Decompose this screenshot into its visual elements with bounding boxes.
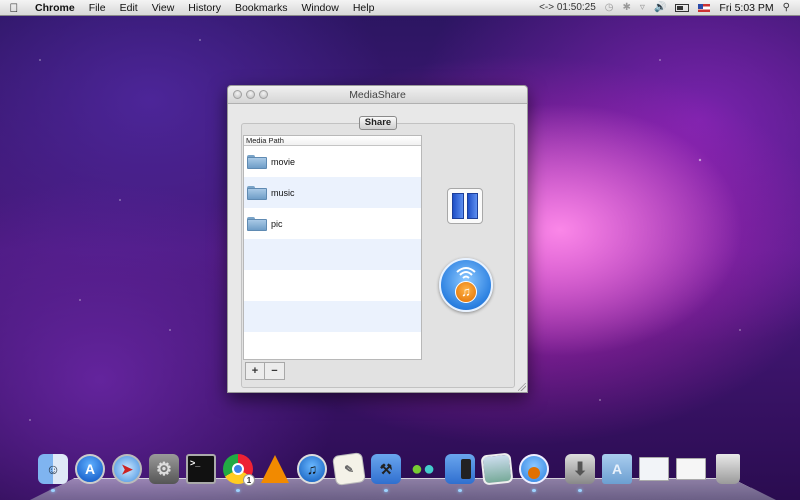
media-path-table[interactable]: Media Path movie music pic	[243, 135, 422, 360]
dock-item-safari[interactable]: ➤	[110, 452, 144, 486]
menu-edit[interactable]: Edit	[113, 2, 145, 14]
time-machine-icon[interactable]: ◷	[605, 2, 614, 13]
wireless-waves-icon	[456, 267, 476, 279]
vlc-icon	[261, 455, 289, 483]
running-indicator	[532, 489, 536, 492]
dock-item-vlc[interactable]	[258, 452, 292, 486]
stream-music-button[interactable]: ♫	[439, 258, 493, 312]
add-path-button[interactable]: +	[245, 362, 265, 380]
dock-item-messenger[interactable]: ● ●	[406, 452, 440, 486]
table-row[interactable]: movie	[244, 146, 421, 177]
status-area: <-> 01:50:25 ◷ ✱ ▿ 🔊 Fri 5:03 PM ⚲	[539, 2, 800, 14]
iphoto-icon	[480, 452, 514, 486]
menu-bookmarks[interactable]: Bookmarks	[228, 2, 295, 14]
window-titlebar[interactable]: MediaShare	[228, 86, 527, 104]
system-preferences-icon: ⚙	[149, 454, 179, 484]
dock-separator	[554, 452, 560, 486]
applications-folder-icon: A	[602, 454, 632, 484]
apple-logo-icon[interactable]: 	[0, 1, 28, 15]
menu-history[interactable]: History	[181, 2, 228, 14]
pause-icon-right-bar	[466, 193, 478, 219]
dock-item-xcode[interactable]: ⚒	[369, 452, 403, 492]
itunes-icon: ♫	[297, 454, 327, 484]
volume-icon[interactable]: 🔊	[654, 2, 666, 13]
dock-item-chrome[interactable]: 1	[221, 452, 255, 492]
input-flag-icon[interactable]	[698, 3, 711, 12]
dock-item-terminal[interactable]: >_	[184, 452, 218, 486]
menu-window[interactable]: Window	[294, 2, 345, 14]
share-tab-button[interactable]: Share	[359, 116, 397, 130]
table-row-empty[interactable]	[244, 301, 421, 332]
running-indicator	[578, 489, 582, 492]
table-row-empty[interactable]	[244, 270, 421, 301]
folder-icon	[247, 185, 267, 200]
spotlight-icon[interactable]: ⚲	[783, 2, 790, 13]
remove-path-button[interactable]: −	[265, 362, 285, 380]
folder-icon	[247, 216, 267, 231]
running-indicator	[51, 489, 55, 492]
dock-item-textedit[interactable]: ✎	[332, 452, 366, 486]
menu-file[interactable]: File	[82, 2, 113, 14]
table-row-empty[interactable]	[244, 239, 421, 270]
finder-icon: ☺	[38, 454, 68, 484]
minimized-window-icon	[639, 457, 669, 481]
window-title: MediaShare	[349, 88, 406, 101]
trash-icon	[716, 454, 740, 484]
dock-item-applications-folder[interactable]: A	[600, 452, 634, 486]
menu-view[interactable]: View	[145, 2, 182, 14]
dock-item-mediashare[interactable]	[517, 452, 551, 492]
ios-simulator-icon	[445, 454, 475, 484]
dock-item-app-store[interactable]: A	[73, 452, 107, 486]
dock-item-installer[interactable]: ⬇	[563, 452, 597, 492]
running-indicator	[384, 489, 388, 492]
dock-item-finder[interactable]: ☺	[36, 452, 70, 492]
mediashare-window: MediaShare Share Media Path movie music …	[227, 85, 528, 393]
pause-icon-left-bar	[452, 193, 464, 219]
table-row-empty[interactable]	[244, 332, 421, 358]
textedit-icon: ✎	[332, 452, 366, 486]
notification-badge: 1	[243, 474, 255, 486]
running-indicator	[458, 489, 462, 492]
resize-grip[interactable]	[518, 383, 526, 391]
dock-item-iphoto[interactable]	[480, 452, 514, 486]
music-note-icon: ♫	[455, 281, 477, 303]
messenger-icon: ● ●	[410, 457, 436, 480]
timer-readout[interactable]: <-> 01:50:25	[539, 2, 596, 13]
chrome-window-icon	[676, 458, 706, 480]
dock-item-minimized-window[interactable]	[637, 452, 671, 486]
dock: ☺ A ➤ ⚙ >_ 1 ♫ ✎ ⚒ ● ● ⬇ A	[36, 452, 745, 492]
add-remove-controls: + −	[245, 362, 285, 380]
dock-item-system-preferences[interactable]: ⚙	[147, 452, 181, 486]
row-label: movie	[271, 156, 296, 167]
running-indicator	[236, 489, 240, 492]
dock-item-itunes[interactable]: ♫	[295, 452, 329, 486]
folder-icon	[247, 154, 267, 169]
clock[interactable]: Fri 5:03 PM	[719, 2, 773, 14]
mediashare-icon	[519, 454, 549, 484]
app-store-icon: A	[75, 454, 105, 484]
battery-icon[interactable]	[675, 3, 690, 12]
pause-button[interactable]	[447, 188, 483, 224]
menu-app-name[interactable]: Chrome	[28, 2, 82, 14]
wifi-icon[interactable]: ▿	[640, 2, 645, 13]
bluetooth-icon[interactable]: ✱	[623, 2, 631, 13]
terminal-icon: >_	[186, 454, 216, 484]
column-header-media-path[interactable]: Media Path	[244, 136, 421, 146]
dock-item-trash[interactable]	[711, 452, 745, 486]
row-label: pic	[271, 218, 283, 229]
menu-bar:  Chrome File Edit View History Bookmark…	[0, 0, 800, 16]
row-label: music	[271, 187, 295, 198]
dock-item-chrome-window[interactable]	[674, 452, 708, 486]
installer-icon: ⬇	[565, 454, 595, 484]
menu-help[interactable]: Help	[346, 2, 382, 14]
xcode-icon: ⚒	[371, 454, 401, 484]
dock-item-ios-simulator[interactable]	[443, 452, 477, 492]
table-row[interactable]: music	[244, 177, 421, 208]
safari-icon: ➤	[112, 454, 142, 484]
table-row[interactable]: pic	[244, 208, 421, 239]
